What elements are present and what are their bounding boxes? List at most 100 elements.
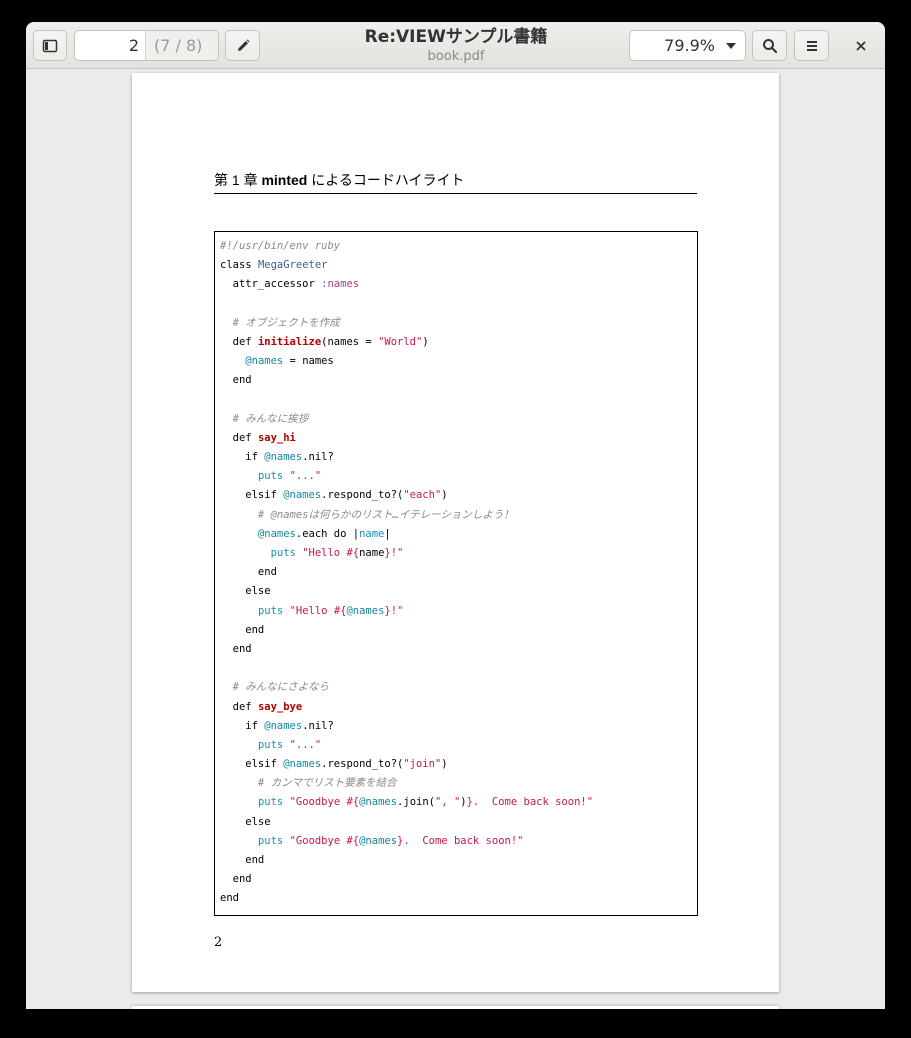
zoom-selector[interactable]: 79.9% bbox=[629, 30, 746, 61]
code-token: if bbox=[220, 719, 265, 732]
page-number: 2 bbox=[214, 935, 223, 950]
code-listing: #!/usr/bin/env ruby class MegaGreeter att… bbox=[220, 237, 593, 909]
code-token: @names bbox=[359, 796, 398, 809]
next-pdf-page bbox=[132, 1006, 779, 1009]
code-token: = names bbox=[283, 355, 334, 368]
code-token: elsif bbox=[220, 489, 284, 502]
code-line: puts "..." bbox=[220, 467, 593, 486]
zoom-value: 79.9% bbox=[664, 36, 715, 55]
code-token: class bbox=[220, 259, 258, 272]
code-line: else bbox=[220, 813, 593, 832]
code-line: puts "Hello #{@names}!" bbox=[220, 602, 593, 621]
page-number-field[interactable]: 2 (7 / 8) bbox=[74, 30, 219, 61]
code-token: ) bbox=[422, 335, 429, 348]
code-token: (names = bbox=[321, 335, 379, 348]
code-token: "each" bbox=[403, 489, 442, 502]
code-token: puts bbox=[257, 834, 284, 847]
sidebar-toggle-button[interactable] bbox=[33, 30, 67, 61]
chapter-keyword: minted bbox=[261, 172, 308, 188]
code-line: end bbox=[220, 563, 593, 582]
code-line: end bbox=[220, 371, 593, 390]
code-token: "..." bbox=[289, 470, 322, 483]
code-line: # みんなに挨拶 bbox=[220, 410, 593, 429]
document-viewport[interactable]: 第 1 章 minted によるコードハイライト #!/usr/bin/env … bbox=[26, 69, 885, 1009]
code-line: def say_hi bbox=[220, 429, 593, 448]
code-token: end bbox=[220, 854, 265, 866]
code-line: @names.each do |name| bbox=[220, 525, 593, 544]
code-line: def initialize(names = "World") bbox=[220, 333, 593, 352]
code-token: def bbox=[220, 431, 258, 444]
code-token: }. Come back soon!" bbox=[397, 834, 524, 847]
main-menu-button[interactable] bbox=[794, 30, 829, 61]
code-line: puts "Goodbye #{@names}. Come back soon!… bbox=[220, 832, 593, 851]
code-line: # @namesは何らかのリスト…イテレーションしよう！ bbox=[220, 506, 593, 525]
code-token: ) bbox=[441, 489, 448, 502]
code-token: # カンマでリスト要素を結合 bbox=[220, 777, 397, 790]
code-line: end bbox=[220, 621, 593, 640]
code-token: @names bbox=[283, 758, 322, 771]
code-token: name bbox=[359, 547, 385, 559]
code-token: | bbox=[384, 527, 391, 540]
chevron-down-icon bbox=[726, 43, 736, 49]
code-token: attr_accessor bbox=[220, 278, 322, 291]
code-token: @names bbox=[283, 489, 322, 502]
code-token: end bbox=[220, 623, 265, 636]
code-token: "World" bbox=[378, 335, 423, 348]
code-token: .respond_to?( bbox=[321, 489, 404, 502]
page-total-label: (7 / 8) bbox=[146, 31, 218, 60]
code-token: "Goodbye #{ bbox=[289, 834, 360, 847]
chapter-suffix: によるコードハイライト bbox=[307, 172, 465, 188]
code-block: #!/usr/bin/env ruby class MegaGreeter att… bbox=[214, 231, 698, 916]
code-token: def bbox=[220, 700, 258, 713]
code-token: .nil? bbox=[302, 451, 334, 464]
code-line: attr_accessor :names bbox=[220, 275, 593, 294]
close-button[interactable] bbox=[844, 30, 878, 61]
code-line: if @names.nil? bbox=[220, 717, 593, 736]
code-token: puts bbox=[257, 470, 284, 483]
code-line: elsif @names.respond_to?("join") bbox=[220, 755, 593, 774]
code-token: "Hello #{ bbox=[289, 604, 347, 617]
code-line: if @names.nil? bbox=[220, 448, 593, 467]
code-token: MegaGreeter bbox=[257, 259, 328, 272]
current-page-input[interactable]: 2 bbox=[75, 31, 146, 60]
search-button[interactable] bbox=[752, 30, 787, 61]
code-token: end bbox=[220, 374, 252, 387]
code-line: end bbox=[220, 851, 593, 870]
code-token: }!" bbox=[384, 547, 404, 559]
code-token: "join" bbox=[403, 758, 442, 771]
code-token: elsif bbox=[220, 758, 284, 771]
code-token: }!" bbox=[384, 604, 404, 617]
code-token: end bbox=[220, 873, 252, 886]
code-line: end bbox=[220, 640, 593, 659]
code-token: end bbox=[220, 566, 277, 579]
code-token: @names bbox=[245, 355, 284, 368]
code-line: # みんなにさよなら bbox=[220, 678, 593, 697]
hamburger-menu-icon bbox=[806, 40, 817, 51]
code-token: puts bbox=[257, 604, 284, 617]
window-title: Re:VIEWサンプル書籍 bbox=[364, 27, 548, 47]
code-token: # オブジェクトを作成 bbox=[220, 316, 340, 329]
code-token: puts bbox=[257, 738, 284, 751]
code-token: end bbox=[220, 642, 252, 655]
code-line: # カンマでリスト要素を結合 bbox=[220, 774, 593, 793]
code-token: # みんなに挨拶 bbox=[220, 412, 309, 425]
code-token: end bbox=[220, 892, 239, 905]
code-line: @names = names bbox=[220, 352, 593, 371]
code-line: puts "..." bbox=[220, 736, 593, 755]
code-token: .each do | bbox=[295, 527, 360, 540]
code-token: @names bbox=[264, 719, 303, 732]
code-token: "..." bbox=[289, 738, 322, 751]
code-token: ) bbox=[441, 758, 448, 771]
annotate-button[interactable] bbox=[225, 30, 260, 61]
code-line: end bbox=[220, 889, 593, 908]
code-token: puts bbox=[270, 547, 296, 559]
close-icon bbox=[856, 40, 866, 51]
code-token: .join( bbox=[397, 796, 435, 809]
code-token: if bbox=[220, 451, 265, 464]
